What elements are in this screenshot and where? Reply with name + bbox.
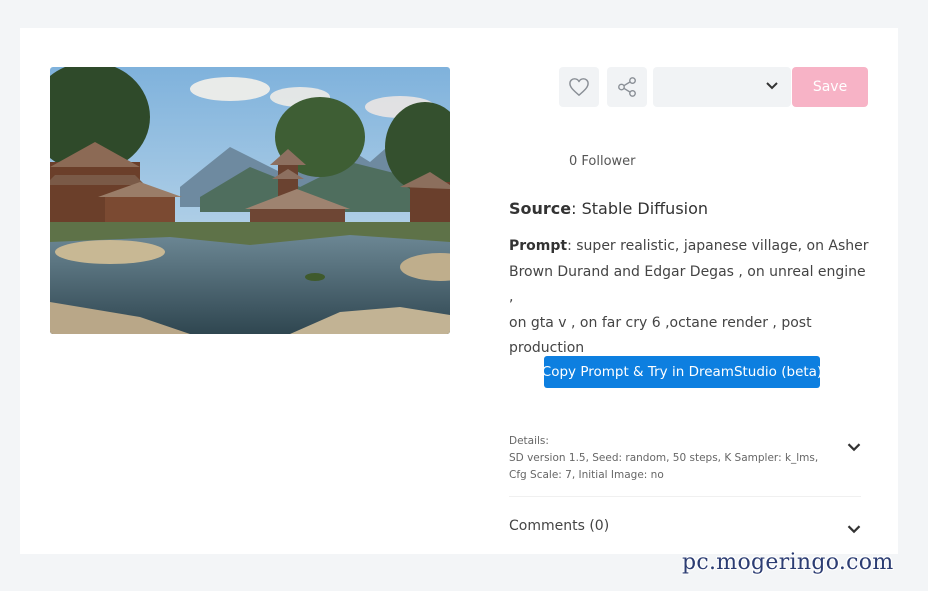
source-line: Source: Stable Diffusion [509,199,708,218]
japanese-village-image [50,67,450,334]
share-icon [618,77,636,97]
prompt-label: Prompt [509,238,568,254]
chevron-down-icon [847,443,861,452]
source-value: : Stable Diffusion [571,199,709,218]
prompt-line-1-text: : super realistic, japanese village, on … [567,238,869,254]
details-line-1: SD version 1.5, Seed: random, 50 steps, … [509,452,819,464]
prompt-line-2: Brown Durand and Edgar Degas , on unreal… [509,263,866,306]
like-button[interactable] [559,67,599,107]
details-section: Details: SD version 1.5, Seed: random, 5… [509,433,859,484]
generated-image[interactable] [50,67,450,334]
prompt-text: Prompt: super realistic, japanese villag… [509,234,874,362]
prompt-line-3: on gta v , on far cry 6 ,octane render ,… [509,314,812,331]
copy-prompt-button[interactable]: Copy Prompt & Try in DreamStudio (beta) [542,356,822,388]
details-expand-toggle[interactable] [846,438,862,457]
watermark: pc.mogeringo.com [682,550,894,575]
chevron-down-icon [766,82,778,90]
details-heading: Details: [509,435,549,447]
source-label: Source [509,199,572,218]
collection-select[interactable] [653,67,791,107]
section-divider [509,496,861,497]
details-line-2: Cfg Scale: 7, Initial Image: no [509,469,664,481]
chevron-down-icon [847,525,861,534]
heart-icon [569,78,589,96]
follower-count[interactable]: 0 Follower [569,154,636,169]
content-card: Save 0 Follower Source: Stable Diffusion… [20,28,898,554]
comments-expand-toggle[interactable] [846,520,862,539]
prompt-line-1: Prompt: super realistic, japanese villag… [509,234,874,260]
share-button[interactable] [607,67,647,107]
save-button[interactable]: Save [792,67,868,107]
comments-header[interactable]: Comments (0) [509,518,609,534]
